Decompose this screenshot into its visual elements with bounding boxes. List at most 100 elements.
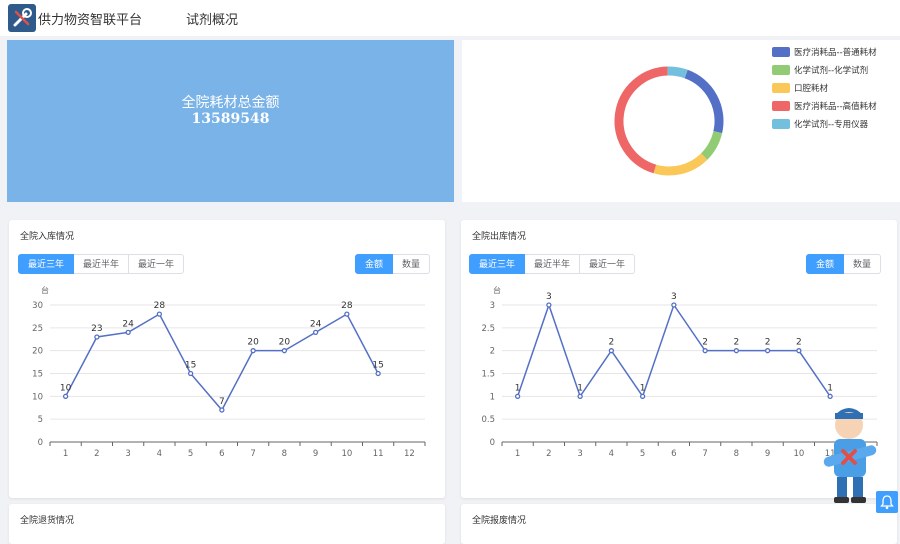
data-label: 1: [577, 383, 583, 393]
donut-slice: [653, 153, 708, 176]
y-tick-label: 2.5: [481, 324, 495, 334]
data-label: 24: [122, 319, 134, 329]
app-title: 供力物资智联平台: [38, 13, 143, 28]
y-tick-label: 5: [38, 415, 43, 425]
data-label: 20: [247, 338, 259, 348]
mascot-illustration[interactable]: [815, 403, 885, 512]
panel-title: 全院退货情况: [20, 516, 75, 526]
x-tick-label: 5: [640, 449, 645, 459]
legend-label: 医疗消耗品--普通耗材: [794, 48, 877, 58]
y-tick-label: 15: [32, 370, 43, 380]
nav-item-reagent-overview[interactable]: 试剂概况: [186, 9, 238, 28]
x-tick-label: 2: [94, 449, 99, 459]
legend-item[interactable]: 医疗消耗品--高值耗材: [772, 97, 877, 115]
inbound-line-chart: 台0510152025301 2 3 4 5 6 7 8 9 10 11 121023 24281572…: [32, 285, 426, 459]
y-tick-label: 30: [32, 301, 43, 311]
donut-slice: [667, 66, 688, 79]
donut-slice: [684, 69, 724, 134]
total-amount-value: 13589548: [191, 111, 270, 127]
legend-swatch: [772, 119, 790, 129]
data-point: [764, 348, 771, 354]
data-label: 23: [91, 324, 102, 334]
y-tick-label: 20: [32, 347, 43, 357]
x-tick-label: 4: [609, 449, 614, 459]
data-point: [827, 393, 833, 399]
data-label: 2: [765, 338, 771, 348]
data-label: 10: [60, 383, 72, 393]
x-tick-label: 8: [282, 449, 287, 459]
data-label: 3: [546, 292, 552, 302]
data-point: [546, 302, 552, 308]
x-tick-label: 10: [341, 449, 352, 459]
x-tick-label: 10: [793, 449, 804, 459]
legend-label: 医疗消耗品--高值耗材: [794, 102, 877, 112]
y-tick-label: 2: [490, 347, 495, 357]
data-point: [250, 348, 256, 354]
x-tick-label: 8: [734, 449, 739, 459]
legend-item[interactable]: 化学试剂--化学试剂: [772, 61, 877, 79]
legend-swatch: [772, 65, 790, 75]
data-point: [156, 311, 163, 317]
x-tick-label: 7: [702, 449, 707, 459]
y-tick-label: 1.5: [481, 370, 495, 380]
y-tick-label: 1: [490, 392, 495, 402]
data-point: [671, 302, 677, 308]
panel-title: 全院报废情况: [472, 516, 527, 526]
data-label: 15: [185, 361, 196, 371]
data-point: [375, 370, 381, 377]
data-label: 2: [609, 338, 615, 348]
app-logo-icon[interactable]: [8, 4, 36, 32]
legend-label: 口腔耗材: [794, 84, 829, 94]
y-tick-label: 0.5: [481, 415, 495, 425]
x-tick-label: 3: [577, 449, 582, 459]
top-bar: 供力物资智联平台 试剂概况: [0, 0, 900, 36]
data-point: [94, 334, 100, 340]
data-label: 24: [310, 319, 322, 329]
data-point: [62, 393, 69, 399]
data-label: 3: [671, 292, 677, 302]
legend-item[interactable]: 医疗消耗品--普通耗材: [772, 43, 877, 61]
legend-swatch: [772, 83, 790, 93]
notification-bell-icon[interactable]: [876, 491, 898, 513]
data-label: 1: [827, 383, 833, 393]
x-tick-label: 6: [219, 449, 224, 459]
legend-item[interactable]: 化学试剂--专用仪器: [772, 115, 877, 133]
data-point: [125, 329, 131, 336]
data-point: [312, 329, 319, 336]
data-point: [608, 348, 615, 354]
x-tick-label: 12: [404, 449, 415, 459]
data-point: [733, 348, 740, 354]
y-tick-label: 0: [38, 438, 43, 448]
data-label: 15: [372, 361, 383, 371]
x-tick-label: 9: [313, 449, 318, 459]
data-point: [344, 311, 350, 317]
data-point: [187, 370, 194, 377]
x-tick-label: 9: [765, 449, 770, 459]
legend-swatch: [772, 101, 790, 111]
donut-slice: [614, 66, 668, 174]
legend-label: 化学试剂--化学试剂: [794, 66, 869, 76]
y-tick-label: 10: [32, 392, 43, 402]
legend-item[interactable]: 口腔耗材: [772, 79, 877, 97]
data-label: 7: [219, 397, 225, 407]
data-point: [702, 348, 708, 354]
data-point: [514, 393, 521, 399]
y-tick-label: 0: [490, 438, 495, 448]
y-axis-unit-label: 台: [493, 285, 501, 295]
x-tick-label: 11: [373, 449, 384, 459]
data-point: [796, 348, 802, 354]
x-tick-label: 3: [125, 449, 130, 459]
data-point: [281, 348, 288, 354]
data-label: 20: [279, 338, 291, 348]
data-label: 1: [640, 383, 646, 393]
data-point: [639, 393, 646, 399]
x-tick-label: 1: [63, 449, 68, 459]
total-amount-card: 全院耗材总金额 13589548: [7, 40, 454, 202]
total-amount-label: 全院耗材总金额: [181, 95, 280, 111]
data-label: 28: [341, 301, 353, 311]
data-point: [219, 407, 225, 413]
y-tick-label: 3: [490, 301, 495, 311]
x-tick-label: 7: [250, 449, 255, 459]
x-tick-label: 5: [188, 449, 193, 459]
donut-slice: [700, 130, 723, 160]
